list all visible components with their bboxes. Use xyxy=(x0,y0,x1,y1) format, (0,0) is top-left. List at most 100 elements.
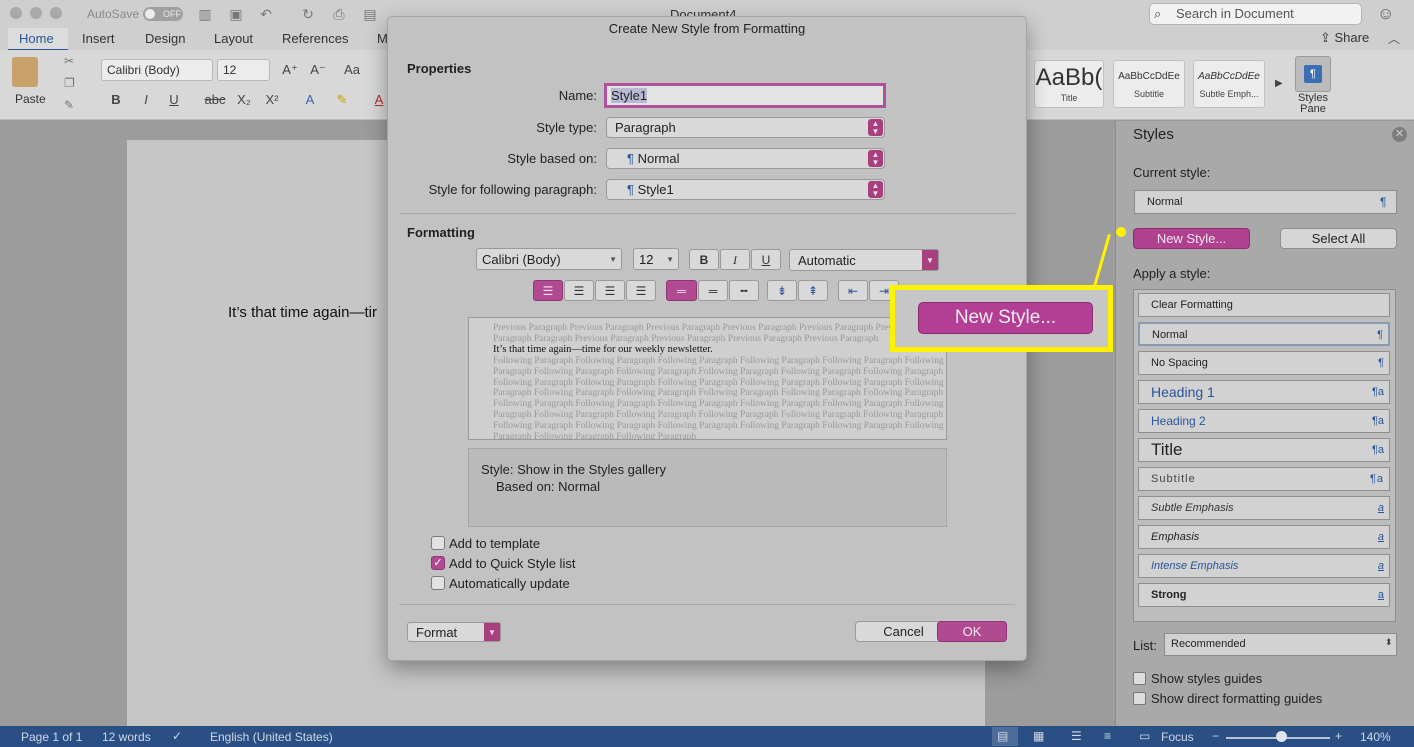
styles-pane-button[interactable]: ¶ xyxy=(1295,56,1331,92)
bold-button[interactable]: B xyxy=(689,249,719,270)
space-after-button[interactable]: ⇞ xyxy=(798,280,828,301)
select-all-button[interactable]: Select All xyxy=(1280,228,1397,249)
space-before-button[interactable]: ⇟ xyxy=(767,280,797,301)
web-layout-icon[interactable]: ▦ xyxy=(1033,729,1044,743)
style-item-subtle-emphasis[interactable]: Subtle Emphasis a xyxy=(1138,496,1390,520)
template-icon[interactable]: ▤ xyxy=(362,6,378,22)
decrease-indent-button[interactable]: ⇤ xyxy=(838,280,868,301)
ribbon-font-name[interactable]: Calibri (Body) xyxy=(101,59,213,81)
font-color-select[interactable]: Automatic ▼ xyxy=(789,249,939,271)
underline-icon[interactable]: U xyxy=(164,90,184,110)
zoom-level[interactable]: 140% xyxy=(1360,730,1391,744)
redo-icon[interactable]: ↻ xyxy=(300,6,316,22)
focus-label[interactable]: Focus xyxy=(1161,730,1194,744)
tab-references[interactable]: References xyxy=(282,31,348,46)
font-name-select[interactable]: Calibri (Body) ▼ xyxy=(476,248,622,270)
list-filter-select[interactable]: Recommended xyxy=(1164,633,1397,656)
style-preview: Previous Paragraph Previous Paragraph Pr… xyxy=(468,317,947,440)
share-button[interactable]: ⇪ Share xyxy=(1320,30,1369,46)
based-on-select[interactable]: ¶ Normal ▲ ▼ xyxy=(606,148,885,169)
document-body-text[interactable]: It’s that time again—tir xyxy=(228,304,377,321)
ok-button[interactable]: OK xyxy=(937,621,1007,642)
font-size-select[interactable]: 12 ▼ xyxy=(633,248,679,270)
minimize-window-button[interactable] xyxy=(30,7,42,19)
italic-button[interactable]: I xyxy=(720,249,750,270)
align-center-button[interactable]: ☰ xyxy=(564,280,594,301)
subscript-icon[interactable]: X₂ xyxy=(234,90,254,110)
tab-layout[interactable]: Layout xyxy=(214,31,253,46)
zoom-window-button[interactable] xyxy=(50,7,62,19)
change-case-icon[interactable]: Aa xyxy=(340,60,364,80)
style-item-title[interactable]: Title ¶a xyxy=(1138,438,1390,462)
word-count[interactable]: 12 words xyxy=(102,730,151,744)
copy-icon[interactable]: ❐ xyxy=(64,76,75,90)
style-item-strong[interactable]: Strong a xyxy=(1138,583,1390,607)
draft-icon[interactable]: ≡ xyxy=(1104,729,1111,743)
sidebar-icon[interactable]: ▥ xyxy=(197,6,213,22)
gallery-style-subtle-emphasis[interactable]: AaBbCcDdEe Subtle Emph... xyxy=(1193,60,1265,108)
character-style-icon: a xyxy=(1377,589,1384,601)
single-spacing-button[interactable]: ═ xyxy=(666,280,697,301)
zoom-out-icon[interactable]: − xyxy=(1212,729,1219,743)
add-to-template-checkbox[interactable] xyxy=(431,536,445,550)
shrink-font-icon[interactable]: A⁻ xyxy=(308,60,328,80)
one-half-spacing-button[interactable]: ═ xyxy=(698,280,728,301)
style-item-subtitle[interactable]: Subtitle ¶a xyxy=(1138,467,1390,491)
align-right-button[interactable]: ☰ xyxy=(595,280,625,301)
outline-icon[interactable]: ☰ xyxy=(1071,729,1082,743)
undo-icon[interactable]: ↶ xyxy=(258,6,274,22)
bold-icon[interactable]: B xyxy=(106,90,126,110)
strikethrough-icon[interactable]: abc xyxy=(203,90,227,110)
gallery-style-subtitle[interactable]: AaBbCcDdEe Subtitle xyxy=(1113,60,1185,108)
style-item-normal[interactable]: Normal ¶ xyxy=(1138,322,1390,346)
page-count[interactable]: Page 1 of 1 xyxy=(21,730,82,744)
text-effects-icon[interactable]: A xyxy=(300,90,320,110)
style-type-select[interactable]: Paragraph ▲ ▼ xyxy=(606,117,885,138)
close-window-button[interactable] xyxy=(10,7,22,19)
underline-button[interactable]: U xyxy=(751,249,781,270)
italic-icon[interactable]: I xyxy=(136,90,156,110)
show-direct-formatting-checkbox[interactable] xyxy=(1133,692,1146,705)
tab-design[interactable]: Design xyxy=(145,31,185,46)
tab-insert[interactable]: Insert xyxy=(82,31,115,46)
feedback-smiley-icon[interactable]: ☺ xyxy=(1377,4,1394,24)
highlight-icon[interactable]: ✎ xyxy=(332,90,352,110)
cut-icon[interactable]: ✂ xyxy=(64,54,74,68)
collapse-ribbon-icon[interactable]: ︿ xyxy=(1388,30,1400,47)
style-item-no-spacing[interactable]: No Spacing ¶ xyxy=(1138,351,1390,375)
following-paragraph-select[interactable]: ¶ Style1 ▲ ▼ xyxy=(606,179,885,200)
font-color-icon[interactable]: A xyxy=(372,90,386,110)
style-item-intense-emphasis[interactable]: Intense Emphasis a xyxy=(1138,554,1390,578)
proofing-icon[interactable]: ✓ xyxy=(172,729,182,743)
style-item-heading-1[interactable]: Heading 1 ¶a xyxy=(1138,380,1390,404)
auto-update-checkbox[interactable] xyxy=(431,576,445,590)
add-to-quick-style-checkbox[interactable]: ✓ xyxy=(431,556,445,570)
superscript-icon[interactable]: X² xyxy=(262,90,282,110)
format-menu-button[interactable]: Format ▼ xyxy=(407,622,501,642)
paste-icon[interactable] xyxy=(12,57,38,87)
grow-font-icon[interactable]: A⁺ xyxy=(280,60,300,80)
double-spacing-button[interactable]: ╍ xyxy=(729,280,759,301)
format-painter-icon[interactable]: ✎ xyxy=(64,98,74,112)
justify-button[interactable]: ☰ xyxy=(626,280,656,301)
zoom-in-icon[interactable]: + xyxy=(1335,729,1342,743)
align-left-button[interactable]: ☰ xyxy=(533,280,563,301)
style-item-emphasis[interactable]: Emphasis a xyxy=(1138,525,1390,549)
autosave-toggle[interactable]: OFF xyxy=(143,7,183,21)
print-icon[interactable]: ⎙ xyxy=(331,6,347,22)
show-styles-guides-checkbox[interactable] xyxy=(1133,672,1146,685)
style-name-input[interactable]: Style1 xyxy=(604,83,886,108)
save-icon[interactable]: ▣ xyxy=(228,6,244,22)
style-item-heading-2[interactable]: Heading 2 ¶a xyxy=(1138,409,1390,433)
focus-icon[interactable]: ▭ xyxy=(1139,729,1150,743)
language[interactable]: English (United States) xyxy=(210,730,333,744)
ribbon-font-size[interactable]: 12 xyxy=(217,59,270,81)
gallery-style-title[interactable]: AaBb( Title xyxy=(1034,60,1104,108)
tab-home[interactable]: Home xyxy=(19,31,54,46)
gallery-more-arrow-icon[interactable]: ▶ xyxy=(1275,78,1283,89)
zoom-slider-handle[interactable] xyxy=(1276,731,1287,742)
style-item-clear-formatting[interactable]: Clear Formatting xyxy=(1138,293,1390,317)
close-icon[interactable]: ✕ xyxy=(1392,127,1407,142)
search-input[interactable]: Search in Document xyxy=(1149,3,1362,25)
new-style-button[interactable]: New Style... xyxy=(1133,228,1250,249)
